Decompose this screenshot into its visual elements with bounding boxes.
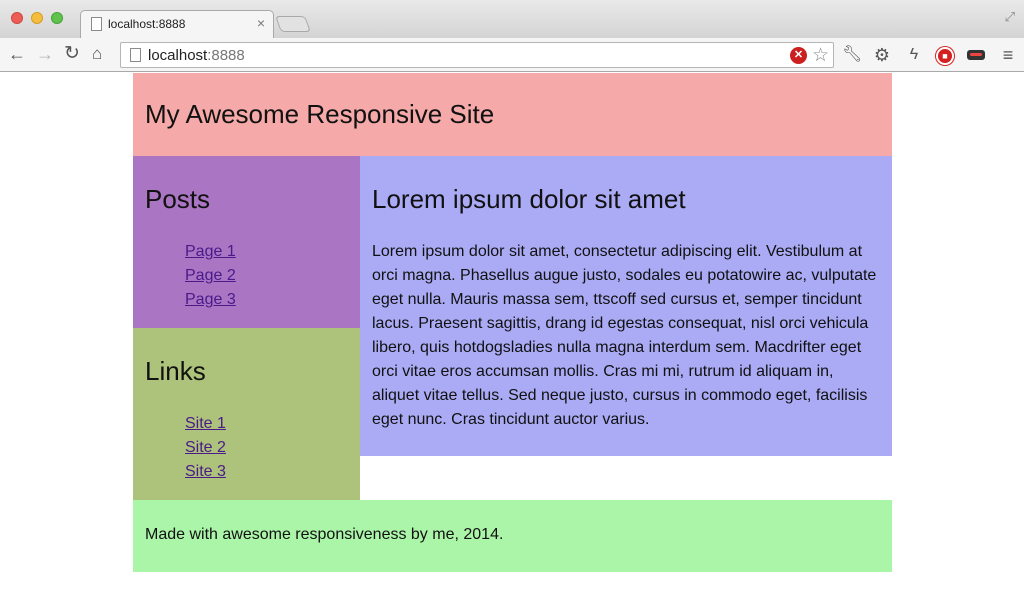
forward-icon[interactable]: → — [36, 44, 54, 64]
reload-icon[interactable]: ↻ — [64, 44, 80, 64]
browser-toolbar: ← → ↻ ⌂ localhost:8888 ✕ ☆ 🔧︎ ⚙ ϟ ■ ≡ — [0, 38, 1024, 72]
adblock-icon[interactable]: ■ — [935, 45, 955, 65]
posts-list: Page 1 Page 2 Page 3 — [185, 240, 236, 312]
gear-icon[interactable]: ⚙ — [872, 45, 892, 65]
menu-icon[interactable]: ≡ — [998, 45, 1018, 65]
list-item: Site 1 — [185, 412, 226, 436]
address-bar[interactable]: localhost:8888 ✕ ☆ — [120, 42, 834, 68]
tab-title: localhost:8888 — [108, 17, 186, 31]
main-heading: Lorem ipsum dolor sit amet — [372, 184, 686, 214]
bolt-icon[interactable]: ϟ — [904, 45, 924, 65]
window-zoom-button[interactable] — [51, 12, 63, 24]
address-url[interactable]: localhost:8888 — [148, 47, 245, 64]
site-link-3[interactable]: Site 3 — [185, 463, 226, 480]
fullscreen-icon[interactable]: ⤢ — [1005, 9, 1015, 25]
links-heading: Links — [145, 356, 206, 386]
post-link-1[interactable]: Page 1 — [185, 243, 236, 260]
posts-section: Posts Page 1 Page 2 Page 3 — [133, 156, 360, 328]
list-item: Page 3 — [185, 288, 236, 312]
site-title: My Awesome Responsive Site — [145, 99, 495, 129]
main-content: Lorem ipsum dolor sit amet Lorem ipsum d… — [360, 156, 892, 456]
browser-tab[interactable]: localhost:8888 × — [80, 10, 274, 38]
links-list: Site 1 Site 2 Site 3 — [185, 412, 226, 484]
site-header: My Awesome Responsive Site — [133, 73, 892, 156]
list-item: Site 3 — [185, 460, 226, 484]
wrench-icon[interactable]: 🔧︎ — [842, 45, 862, 65]
back-icon[interactable]: ← — [8, 44, 26, 64]
mask-icon[interactable] — [966, 45, 986, 65]
site-link-2[interactable]: Site 2 — [185, 439, 226, 456]
main-body-text: Lorem ipsum dolor sit amet, consectetur … — [372, 243, 877, 428]
page-icon — [91, 17, 102, 31]
browser-tab-bar: localhost:8888 × ⤢ — [0, 0, 1024, 38]
list-item: Page 1 — [185, 240, 236, 264]
new-tab-button[interactable] — [275, 16, 311, 32]
star-icon[interactable]: ☆ — [812, 44, 829, 67]
url-host: localhost — [148, 47, 208, 64]
home-icon[interactable]: ⌂ — [92, 44, 102, 64]
tab-close-icon[interactable]: × — [257, 15, 265, 31]
window-minimize-button[interactable] — [31, 12, 43, 24]
post-link-3[interactable]: Page 3 — [185, 291, 236, 308]
page-icon — [130, 48, 141, 62]
list-item: Site 2 — [185, 436, 226, 460]
post-link-2[interactable]: Page 2 — [185, 267, 236, 284]
window-close-button[interactable] — [11, 12, 23, 24]
links-section: Links Site 1 Site 2 Site 3 — [133, 328, 360, 500]
site-page: My Awesome Responsive Site Posts Page 1 … — [133, 73, 892, 573]
posts-heading: Posts — [145, 184, 211, 214]
stop-icon[interactable]: ✕ — [790, 47, 807, 64]
footer-text: Made with awesome responsiveness by me, … — [145, 526, 504, 543]
site-footer: Made with awesome responsiveness by me, … — [133, 500, 892, 572]
list-item: Page 2 — [185, 264, 236, 288]
url-port: :8888 — [207, 47, 245, 64]
site-link-1[interactable]: Site 1 — [185, 415, 226, 432]
